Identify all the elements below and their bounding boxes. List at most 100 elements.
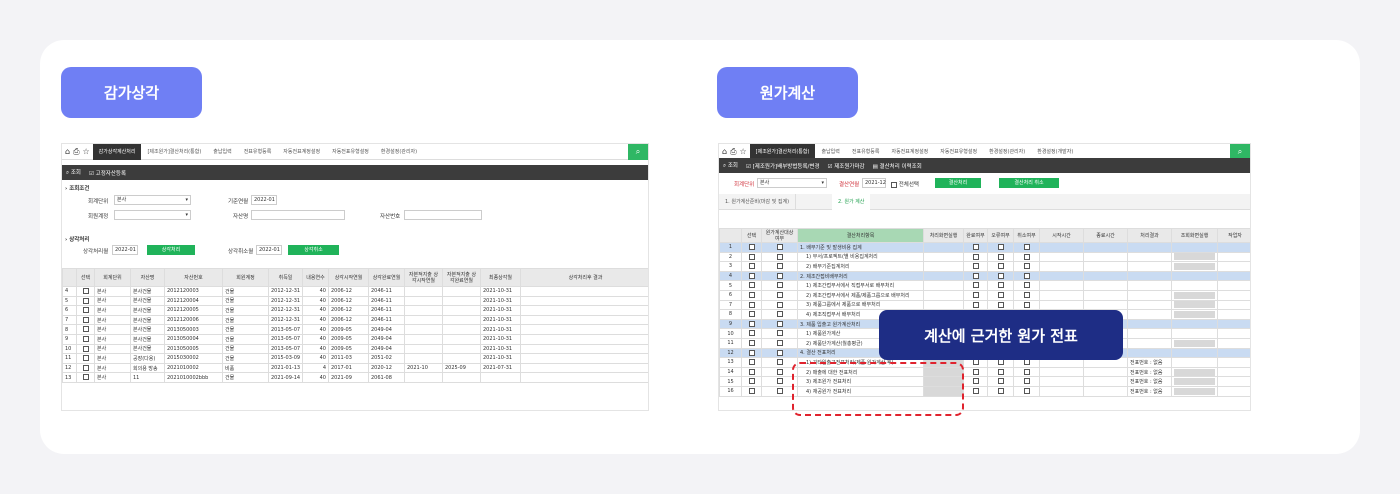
table-row[interactable]: 4 2. 제조간접비배부처리 [719, 270, 1250, 282]
row-checkbox[interactable] [972, 263, 979, 270]
print-icon[interactable]: ⎙ [730, 147, 736, 157]
row-checkbox[interactable] [776, 349, 783, 356]
view-screen-cell[interactable] [1171, 309, 1218, 320]
star-icon[interactable]: ☆ [739, 147, 746, 157]
table-row[interactable]: 5 1) 제조간접부서에서 직접부서로 배부처리 [719, 280, 1250, 291]
row-checkbox[interactable] [748, 311, 755, 318]
row-checkbox[interactable] [748, 244, 755, 251]
table-row[interactable]: 7 본사 본사건물 2012120006 건물 2012-12-31 40 2006-12 20… [62, 314, 648, 326]
row-checkbox[interactable] [997, 359, 1004, 366]
home-icon[interactable]: ⌂ [722, 147, 727, 157]
home-icon[interactable]: ⌂ [65, 147, 70, 157]
unit-select[interactable]: 본사 ▾ [757, 178, 827, 188]
view-screen-cell[interactable] [1171, 289, 1218, 301]
row-checkbox[interactable] [82, 307, 89, 314]
row-checkbox[interactable] [1023, 301, 1030, 308]
view-screen-cell[interactable] [1171, 376, 1218, 387]
row-checkbox[interactable] [997, 378, 1004, 385]
run-screen-cell[interactable] [923, 261, 964, 272]
view-screen-cell[interactable] [1171, 280, 1218, 291]
row-checkbox[interactable] [776, 263, 783, 270]
row-checkbox[interactable] [1023, 387, 1030, 394]
asset-name-input[interactable] [251, 210, 345, 220]
row-checkbox[interactable] [776, 320, 783, 327]
row-checkbox[interactable] [776, 301, 783, 308]
row-checkbox[interactable] [748, 349, 755, 356]
row-checkbox[interactable] [776, 244, 783, 251]
right-col-header[interactable]: 처리결과 [1127, 228, 1172, 243]
left-col-header[interactable]: 자산명 [130, 268, 165, 287]
row-checkbox[interactable] [82, 336, 89, 343]
row-checkbox[interactable] [1023, 368, 1030, 375]
row-checkbox[interactable] [748, 253, 755, 260]
row-checkbox[interactable] [748, 282, 755, 289]
table-row[interactable]: 1 1. 배부기준 및 발생비용 집계 [719, 242, 1250, 253]
cancel-depreciation-button[interactable]: 상각취소 [288, 245, 339, 255]
step-tab-1[interactable]: 1. 원가계산준비(마감 및 집계) [719, 194, 797, 210]
run-screen-cell[interactable] [923, 299, 964, 311]
row-checkbox[interactable] [972, 253, 979, 260]
row-checkbox[interactable] [972, 387, 979, 394]
row-checkbox[interactable] [82, 364, 89, 371]
run-screen-cell[interactable] [923, 251, 964, 263]
row-checkbox[interactable] [997, 387, 1004, 394]
history-button[interactable]: ▤ 결산처리 이력조회 [873, 162, 922, 170]
row-checkbox[interactable] [1023, 263, 1030, 270]
left-col-header[interactable]: 선택 [76, 268, 95, 287]
view-screen-cell[interactable] [1171, 242, 1218, 253]
table-row[interactable]: 12 본사 회의용 방송 2021010002 비품 2021-01-13 4 2017-01… [62, 362, 648, 374]
left-tab-4[interactable]: 자동전표계정설정 [277, 144, 326, 160]
depreciate-button[interactable]: 상각처리 [147, 245, 195, 255]
row-checkbox[interactable] [776, 359, 783, 366]
row-checkbox[interactable] [748, 339, 755, 346]
row-checkbox[interactable] [972, 301, 979, 308]
left-tab-5[interactable]: 자동전표유형설정 [326, 144, 375, 160]
view-screen-cell[interactable] [1171, 318, 1218, 330]
row-checkbox[interactable] [997, 253, 1004, 260]
row-checkbox[interactable] [748, 292, 755, 299]
table-row[interactable]: 7 3) 제품그룹에서 제품으로 배부처리 [719, 299, 1250, 311]
right-col-header[interactable]: 오류여부 [987, 228, 1014, 243]
table-row[interactable]: 3 2) 배부기준집계처리 [719, 261, 1250, 272]
left-tab-1[interactable]: [제조원가]결산처리(통합) [141, 144, 207, 160]
row-checkbox[interactable] [748, 378, 755, 385]
right-col-header[interactable]: 취소여부 [1013, 228, 1040, 243]
run-screen-cell[interactable] [923, 289, 964, 301]
left-col-header[interactable]: 회원계정 [222, 268, 269, 287]
table-row[interactable]: 2 1) 부서/프로젝트(별 비용집계처리 [719, 251, 1250, 263]
table-row[interactable]: 6 2) 제조간접부서에서 제품/제품그룹으로 배부처리 [719, 289, 1250, 301]
row-checkbox[interactable] [1023, 359, 1030, 366]
view-screen-cell[interactable] [1171, 251, 1218, 263]
toolbar-search-button[interactable]: ⌕ 조회 [723, 161, 738, 170]
star-icon[interactable]: ☆ [82, 147, 89, 157]
close-cancel-button[interactable]: 결산처리 취소 [999, 178, 1059, 188]
print-icon[interactable]: ⎙ [73, 147, 79, 157]
left-col-header[interactable]: 취득일 [268, 268, 303, 287]
row-checkbox[interactable] [776, 339, 783, 346]
cancel-ym-input[interactable]: 2022-01 [256, 245, 282, 255]
row-checkbox[interactable] [997, 292, 1004, 299]
row-checkbox[interactable] [1023, 292, 1030, 299]
left-col-header[interactable]: 자본적지출 상각시작연월 [404, 268, 443, 287]
left-tab-0[interactable]: 감가상각계산처리 [92, 144, 142, 160]
right-col-header[interactable]: 결산처리항목 [797, 228, 924, 243]
table-row[interactable]: 5 본사 본사건물 2012120004 건물 2012-12-31 40 2006-12 20… [62, 295, 648, 307]
row-checkbox[interactable] [776, 330, 783, 337]
row-checkbox[interactable] [972, 292, 979, 299]
row-checkbox[interactable] [748, 368, 755, 375]
left-col-header[interactable]: 최종상각월 [480, 268, 521, 287]
search-icon[interactable]: ⌕ [628, 144, 648, 160]
right-col-header[interactable]: 조회화면실행 [1171, 228, 1218, 243]
row-checkbox[interactable] [748, 301, 755, 308]
right-col-header[interactable] [719, 228, 742, 243]
view-screen-cell[interactable] [1171, 357, 1218, 368]
view-screen-cell[interactable] [1171, 347, 1218, 359]
view-screen-cell[interactable] [1171, 270, 1218, 282]
run-screen-cell[interactable] [923, 280, 964, 291]
row-checkbox[interactable] [748, 330, 755, 337]
unit-select[interactable]: 본사 ▾ [114, 195, 191, 205]
table-row[interactable]: 10 본사 본사건물 2013050005 건물 2013-05-07 40 2009-05 2… [62, 343, 648, 355]
toolbar-search-button[interactable]: ⌕ 조회 [66, 168, 81, 177]
left-tab-6[interactable]: 환경설정(관리자) [375, 144, 423, 160]
row-checkbox[interactable] [972, 282, 979, 289]
